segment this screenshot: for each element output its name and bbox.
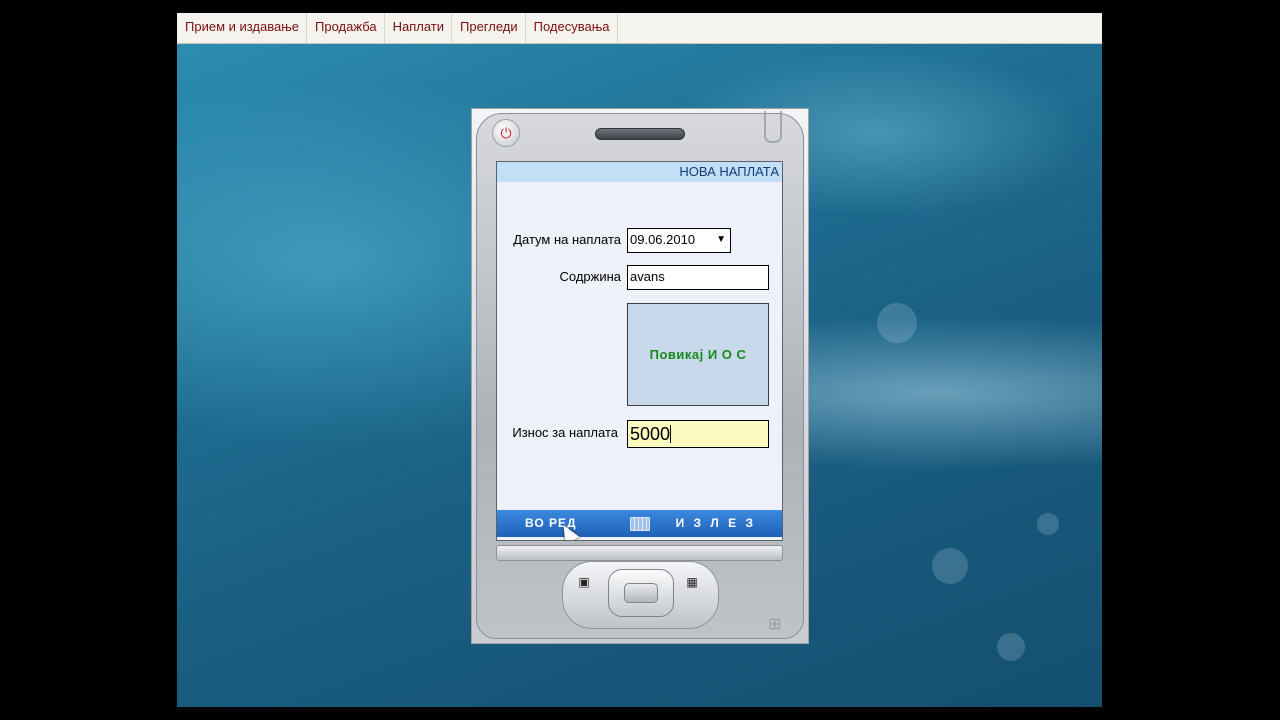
menu-item-payments[interactable]: Наплати: [385, 13, 452, 43]
right-softkey-icon[interactable]: ▦: [683, 575, 701, 589]
power-icon[interactable]: ⏻: [492, 119, 520, 147]
date-label: Датум на наплата: [513, 232, 621, 247]
text-caret: [670, 425, 672, 443]
app-window: Прием и издавање Продажба Наплати Прегле…: [177, 13, 1102, 707]
menu-item-receipt-issue[interactable]: Прием и издавање: [177, 13, 308, 43]
menu-item-settings[interactable]: Подесувања: [526, 13, 618, 43]
amount-input[interactable]: 5000: [627, 420, 769, 448]
keyboard-icon[interactable]: [630, 517, 650, 531]
exit-softkey[interactable]: И З Л Е З: [676, 510, 756, 537]
device-screen: НОВА НАПЛАТА Датум на наплата 09.06.2010…: [496, 161, 783, 541]
content-input[interactable]: avans: [627, 265, 769, 290]
call-ios-label: Повикај И О С: [649, 347, 747, 362]
screen-title: НОВА НАПЛАТА: [497, 162, 782, 182]
background-bokeh: [1037, 513, 1059, 535]
pocket-pc-emulator: ⏻ НОВА НАПЛАТА Датум на наплата 09.06.20…: [471, 108, 809, 644]
action-button[interactable]: [624, 583, 658, 603]
background-bokeh: [932, 548, 968, 584]
softkey-hardware-strip: [496, 545, 783, 561]
menu-bar: Прием и издавање Продажба Наплати Прегле…: [177, 13, 1102, 44]
background-bokeh: [997, 633, 1025, 661]
speaker-grille: [595, 128, 685, 140]
chevron-down-icon[interactable]: ▼: [716, 229, 726, 251]
menu-item-reviews[interactable]: Прегледи: [452, 13, 526, 43]
left-softkey-icon[interactable]: ▣: [575, 575, 593, 589]
menu-item-sales[interactable]: Продажба: [307, 13, 385, 43]
amount-value: 5000: [630, 424, 671, 444]
background-bokeh: [877, 303, 917, 343]
stylus-holder: [764, 111, 782, 143]
windows-logo-icon: ⊞: [768, 616, 782, 633]
call-ios-button[interactable]: Повикај И О С: [627, 303, 769, 406]
content-label: Содржина: [559, 269, 621, 284]
amount-label: Износ за наплата: [512, 425, 618, 440]
date-dropdown[interactable]: 09.06.2010 ▼: [627, 228, 731, 253]
softkey-bar: ВО РЕД И З Л Е З: [497, 510, 782, 537]
date-value: 09.06.2010: [630, 232, 696, 247]
